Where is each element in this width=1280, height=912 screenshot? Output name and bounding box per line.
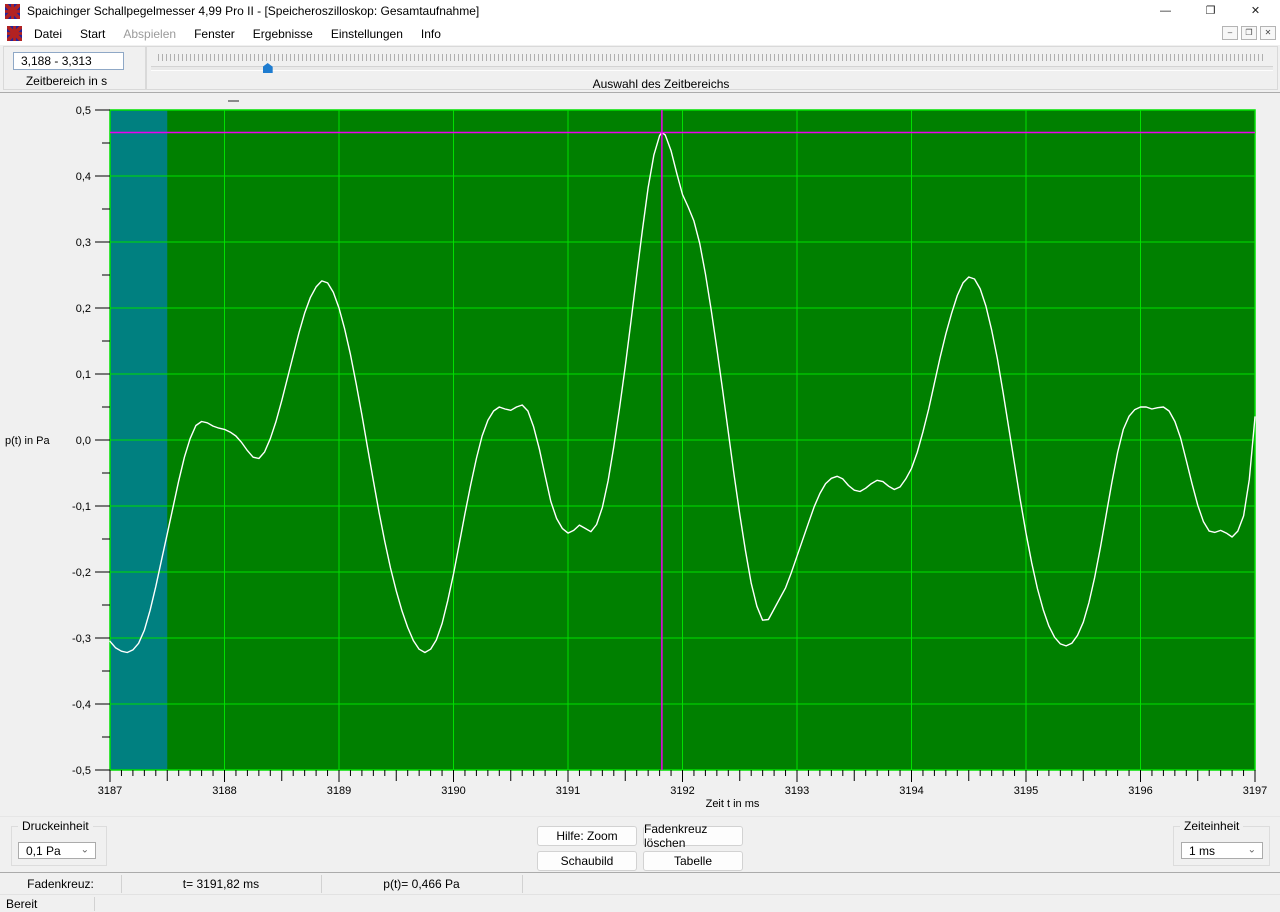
svg-text:3190: 3190 <box>441 785 465 797</box>
ready-status: Bereit <box>6 897 38 911</box>
svg-text:0,1: 0,1 <box>76 369 91 381</box>
time-range-slider[interactable] <box>151 63 1273 73</box>
svg-text:0,3: 0,3 <box>76 237 91 249</box>
menu-item-info[interactable]: Info <box>412 23 450 45</box>
svg-text:0,2: 0,2 <box>76 303 91 315</box>
svg-text:0,4: 0,4 <box>76 171 91 183</box>
druckeinheit-select[interactable]: 0,1 Pa ⌄ <box>18 842 96 859</box>
y-axis-title: p(t) in Pa <box>5 435 51 447</box>
time-range-input[interactable] <box>13 52 124 70</box>
document-icon <box>7 26 22 41</box>
menu-bar: Datei Start Abspielen Fenster Ergebnisse… <box>0 22 1280 46</box>
druckeinheit-group: Druckeinheit 0,1 Pa ⌄ <box>11 819 107 866</box>
svg-text:-0,3: -0,3 <box>72 633 91 645</box>
chart-canvas[interactable]: 0,5 0,4 0,3 0,2 0,1 0,0 -0,1 -0,2 -0,3 -0,4 -0,5 p(… <box>0 96 1280 816</box>
controls-panel: Druckeinheit 0,1 Pa ⌄ Hilfe: Zoom Fadenk… <box>0 816 1280 873</box>
oscilloscope-chart: 0,5 0,4 0,3 0,2 0,1 0,0 -0,1 -0,2 -0,3 -0,4 -0,5 p(… <box>0 96 1280 816</box>
svg-text:3195: 3195 <box>1014 785 1038 797</box>
y-axis: 0,5 0,4 0,3 0,2 0,1 0,0 -0,1 -0,2 -0,3 -0,4 -0,5 p(… <box>5 105 110 777</box>
x-axis-title: Zeit t in ms <box>706 798 760 810</box>
zeiteinheit-group: Zeiteinheit 1 ms ⌄ <box>1173 819 1270 866</box>
hilfe-zoom-button[interactable]: Hilfe: Zoom <box>537 826 637 846</box>
svg-text:3193: 3193 <box>785 785 809 797</box>
svg-text:3192: 3192 <box>670 785 694 797</box>
close-button[interactable]: ✕ <box>1233 0 1278 22</box>
time-range-slider-group: Auswahl des Zeitbereichs <box>146 46 1278 91</box>
status-divider <box>94 897 95 911</box>
svg-text:3196: 3196 <box>1128 785 1152 797</box>
slider-tick-marks <box>158 54 1266 61</box>
svg-text:-0,5: -0,5 <box>72 765 91 777</box>
menu-item-einstellungen[interactable]: Einstellungen <box>322 23 412 45</box>
menu-item-fenster[interactable]: Fenster <box>185 23 244 45</box>
svg-text:0,5: 0,5 <box>76 105 91 117</box>
zeiteinheit-label: Zeiteinheit <box>1180 819 1244 833</box>
chevron-down-icon: ⌄ <box>1247 844 1256 856</box>
mdi-minimize-button[interactable]: – <box>1222 26 1238 40</box>
crosshair-status-bar: Fadenkreuz: t= 3191,82 ms p(t)= 0,466 Pa <box>0 872 1280 895</box>
menu-item-datei[interactable]: Datei <box>25 23 71 45</box>
restore-button[interactable]: ❐ <box>1188 0 1233 22</box>
x-axis: 3187 3188 3189 3190 3191 3192 3193 3194 3195 3196… <box>98 770 1267 810</box>
status-divider <box>522 875 523 893</box>
druckeinheit-value: 0,1 Pa <box>26 843 61 858</box>
svg-text:3187: 3187 <box>98 785 122 797</box>
window-title: Spaichinger Schallpegelmesser 4,99 Pro I… <box>27 4 480 18</box>
menu-item-abspielen: Abspielen <box>123 26 177 41</box>
slider-thumb[interactable] <box>262 63 273 73</box>
svg-text:3188: 3188 <box>212 785 236 797</box>
tabelle-button[interactable]: Tabelle <box>643 851 743 871</box>
crosshair-pressure-value: p(t)= 0,466 Pa <box>383 877 460 891</box>
crosshair-status-label: Fadenkreuz: <box>27 877 94 891</box>
mdi-close-button[interactable]: ✕ <box>1260 26 1276 40</box>
svg-text:3194: 3194 <box>899 785 923 797</box>
mdi-restore-button[interactable]: ❐ <box>1241 26 1257 40</box>
svg-text:-0,4: -0,4 <box>72 699 91 711</box>
fadenkreuz-loeschen-button[interactable]: Fadenkreuz löschen <box>643 822 743 850</box>
zeiteinheit-select[interactable]: 1 ms ⌄ <box>1181 842 1263 859</box>
svg-text:3191: 3191 <box>556 785 580 797</box>
app-icon <box>5 3 20 19</box>
druckeinheit-label: Druckeinheit <box>18 819 93 833</box>
svg-text:-0,1: -0,1 <box>72 501 91 513</box>
menu-item-ergebnisse[interactable]: Ergebnisse <box>244 23 322 45</box>
slider-caption: Auswahl des Zeitbereichs <box>592 77 730 91</box>
svg-text:3197: 3197 <box>1243 785 1267 797</box>
menu-items: Datei Start Abspielen Fenster Ergebnisse… <box>25 23 450 45</box>
main-status-bar: Bereit <box>0 894 1280 912</box>
time-range-group: Zeitbereich in s <box>3 46 146 90</box>
crosshair-time-value: t= 3191,82 ms <box>182 877 260 891</box>
svg-text:0,0: 0,0 <box>76 435 91 447</box>
time-range-label: Zeitbereich in s <box>25 74 108 88</box>
svg-text:-0,2: -0,2 <box>72 567 91 579</box>
minimize-button[interactable]: — <box>1143 0 1188 22</box>
application-window: Spaichinger Schallpegelmesser 4,99 Pro I… <box>0 0 1280 912</box>
menu-item-start[interactable]: Start <box>71 23 114 45</box>
chevron-down-icon: ⌄ <box>80 844 89 856</box>
time-range-toolbar: Zeitbereich in s Auswahl des Zeitbereich… <box>0 45 1280 92</box>
schaubild-button[interactable]: Schaubild <box>537 851 637 871</box>
svg-text:3189: 3189 <box>327 785 351 797</box>
title-bar: Spaichinger Schallpegelmesser 4,99 Pro I… <box>0 0 1280 22</box>
zeiteinheit-value: 1 ms <box>1189 843 1216 858</box>
